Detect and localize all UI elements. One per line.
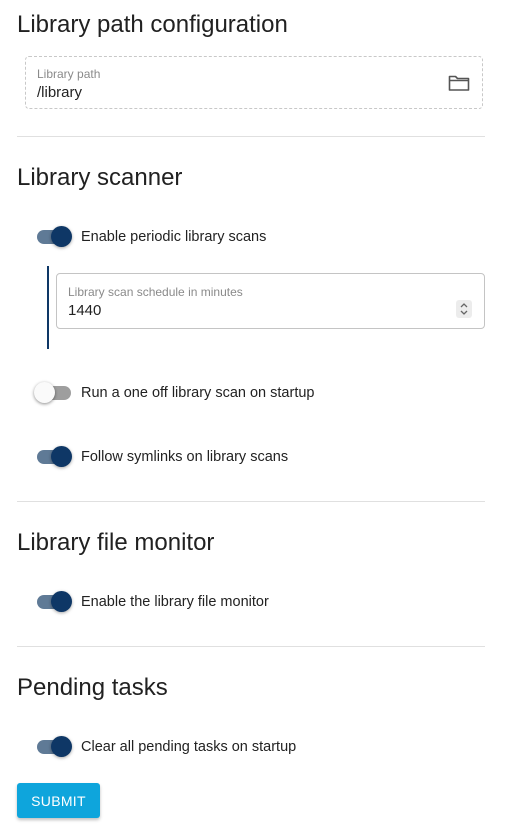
startup-scan-label: Run a one off library scan on startup [81, 385, 315, 401]
periodic-scans-row: Enable periodic library scans [36, 224, 266, 250]
submit-button[interactable]: SUBMIT [17, 783, 100, 818]
file-monitor-row: Enable the library file monitor [36, 589, 269, 615]
toggle-thumb [34, 382, 55, 403]
startup-scan-toggle[interactable] [34, 381, 72, 405]
section-title-library-scanner: Library scanner [17, 164, 183, 191]
library-path-field[interactable]: Library path /library [25, 56, 483, 109]
toggle-thumb [51, 446, 72, 467]
file-monitor-toggle[interactable] [36, 590, 72, 614]
divider [17, 136, 485, 137]
divider [17, 501, 485, 502]
scan-schedule-value[interactable]: 1440 [68, 302, 101, 319]
periodic-scans-label: Enable periodic library scans [81, 229, 267, 245]
startup-scan-row: Run a one off library scan on startup [34, 380, 315, 406]
toggle-thumb [51, 736, 72, 757]
scan-schedule-field[interactable]: Library scan schedule in minutes 1440 [56, 273, 485, 329]
symlinks-row: Follow symlinks on library scans [36, 444, 288, 470]
clear-pending-label: Clear all pending tasks on startup [81, 739, 297, 755]
toggle-thumb [51, 226, 72, 247]
section-title-file-monitor: Library file monitor [17, 529, 215, 556]
clear-pending-row: Clear all pending tasks on startup [36, 734, 296, 760]
symlinks-toggle[interactable] [36, 445, 72, 469]
library-path-label: Library path [37, 67, 101, 81]
clear-pending-toggle[interactable] [36, 735, 72, 759]
folder-icon[interactable] [448, 74, 470, 92]
section-title-pending-tasks: Pending tasks [17, 674, 168, 701]
file-monitor-label: Enable the library file monitor [81, 594, 269, 610]
section-title-library-path: Library path configuration [17, 11, 288, 38]
number-stepper[interactable] [456, 300, 472, 318]
periodic-scans-toggle[interactable] [36, 225, 72, 249]
scan-schedule-label: Library scan schedule in minutes [68, 285, 243, 299]
divider [17, 646, 485, 647]
schedule-indent-bar [47, 266, 49, 349]
library-path-value[interactable]: /library [37, 84, 82, 101]
symlinks-label: Follow symlinks on library scans [81, 449, 289, 465]
toggle-thumb [51, 591, 72, 612]
